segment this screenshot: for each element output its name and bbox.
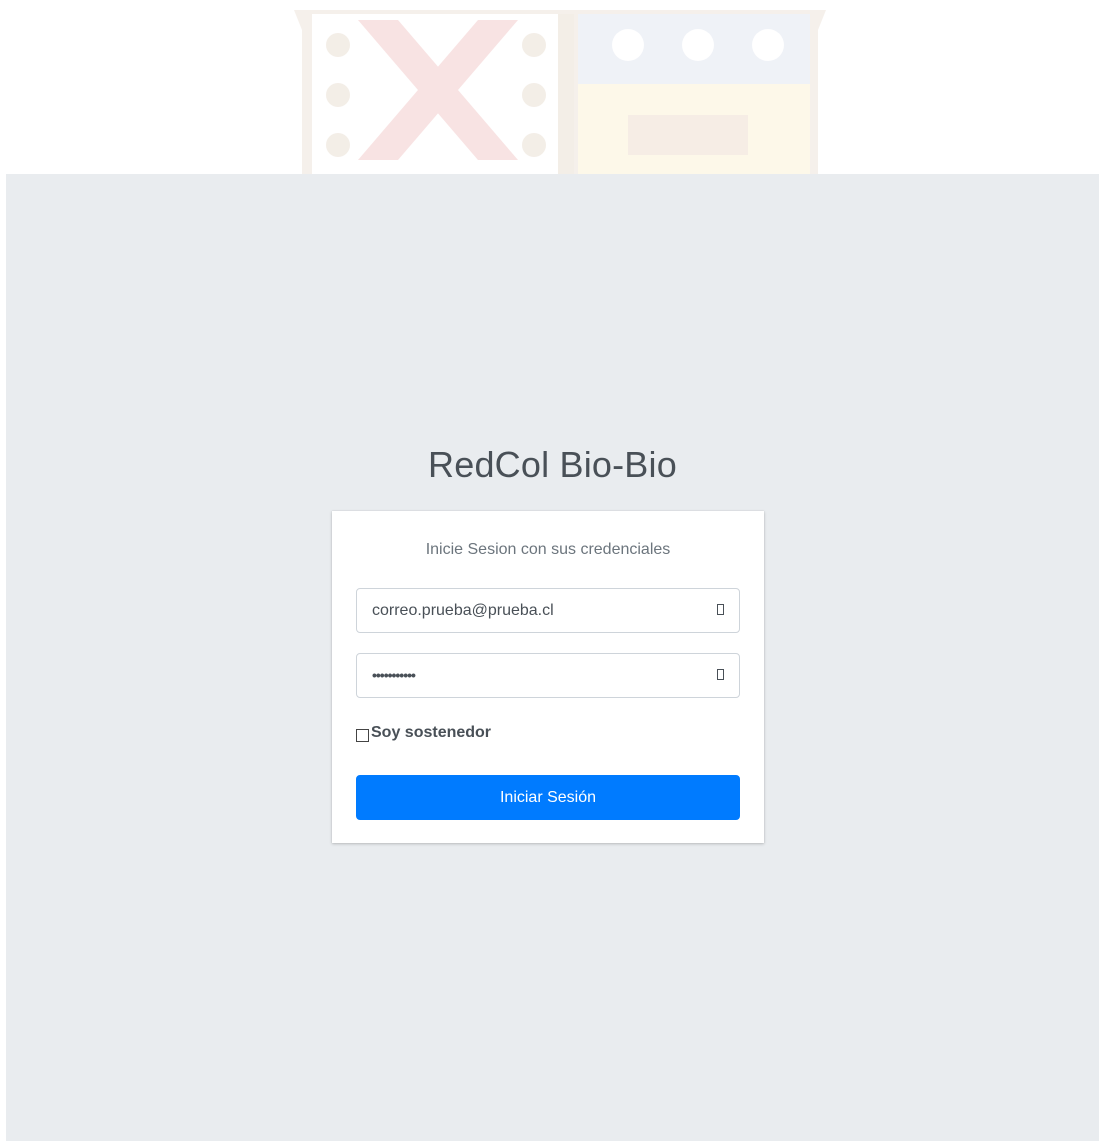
email-input-value[interactable]: correo.prueba@prueba.cl [372,589,554,632]
lock-icon [717,669,724,680]
page: RedCol Bio-Bio Inicie Sesion con sus cre… [0,0,1099,1141]
app-title: RedCol Bio-Bio [428,444,677,485]
email-field[interactable]: correo.prueba@prueba.cl [356,588,740,633]
password-input-value[interactable]: ••••••••••• [372,654,416,697]
envelope-icon [717,604,724,615]
sostenedor-option[interactable]: Soy sostenedor [356,723,491,743]
sostenedor-label[interactable]: Soy sostenedor [371,724,491,742]
login-box-message: Inicie Sesion con sus credenciales [425,541,671,558]
sostenedor-checkbox[interactable] [356,728,369,742]
login-button[interactable]: Iniciar Sesión [356,775,740,820]
password-field[interactable]: ••••••••••• [356,653,740,698]
coat-of-arms-watermark [294,10,826,174]
login-area: RedCol Bio-Bio Inicie Sesion con sus cre… [6,174,1099,1141]
login-card: Inicie Sesion con sus credenciales corre… [332,511,764,843]
